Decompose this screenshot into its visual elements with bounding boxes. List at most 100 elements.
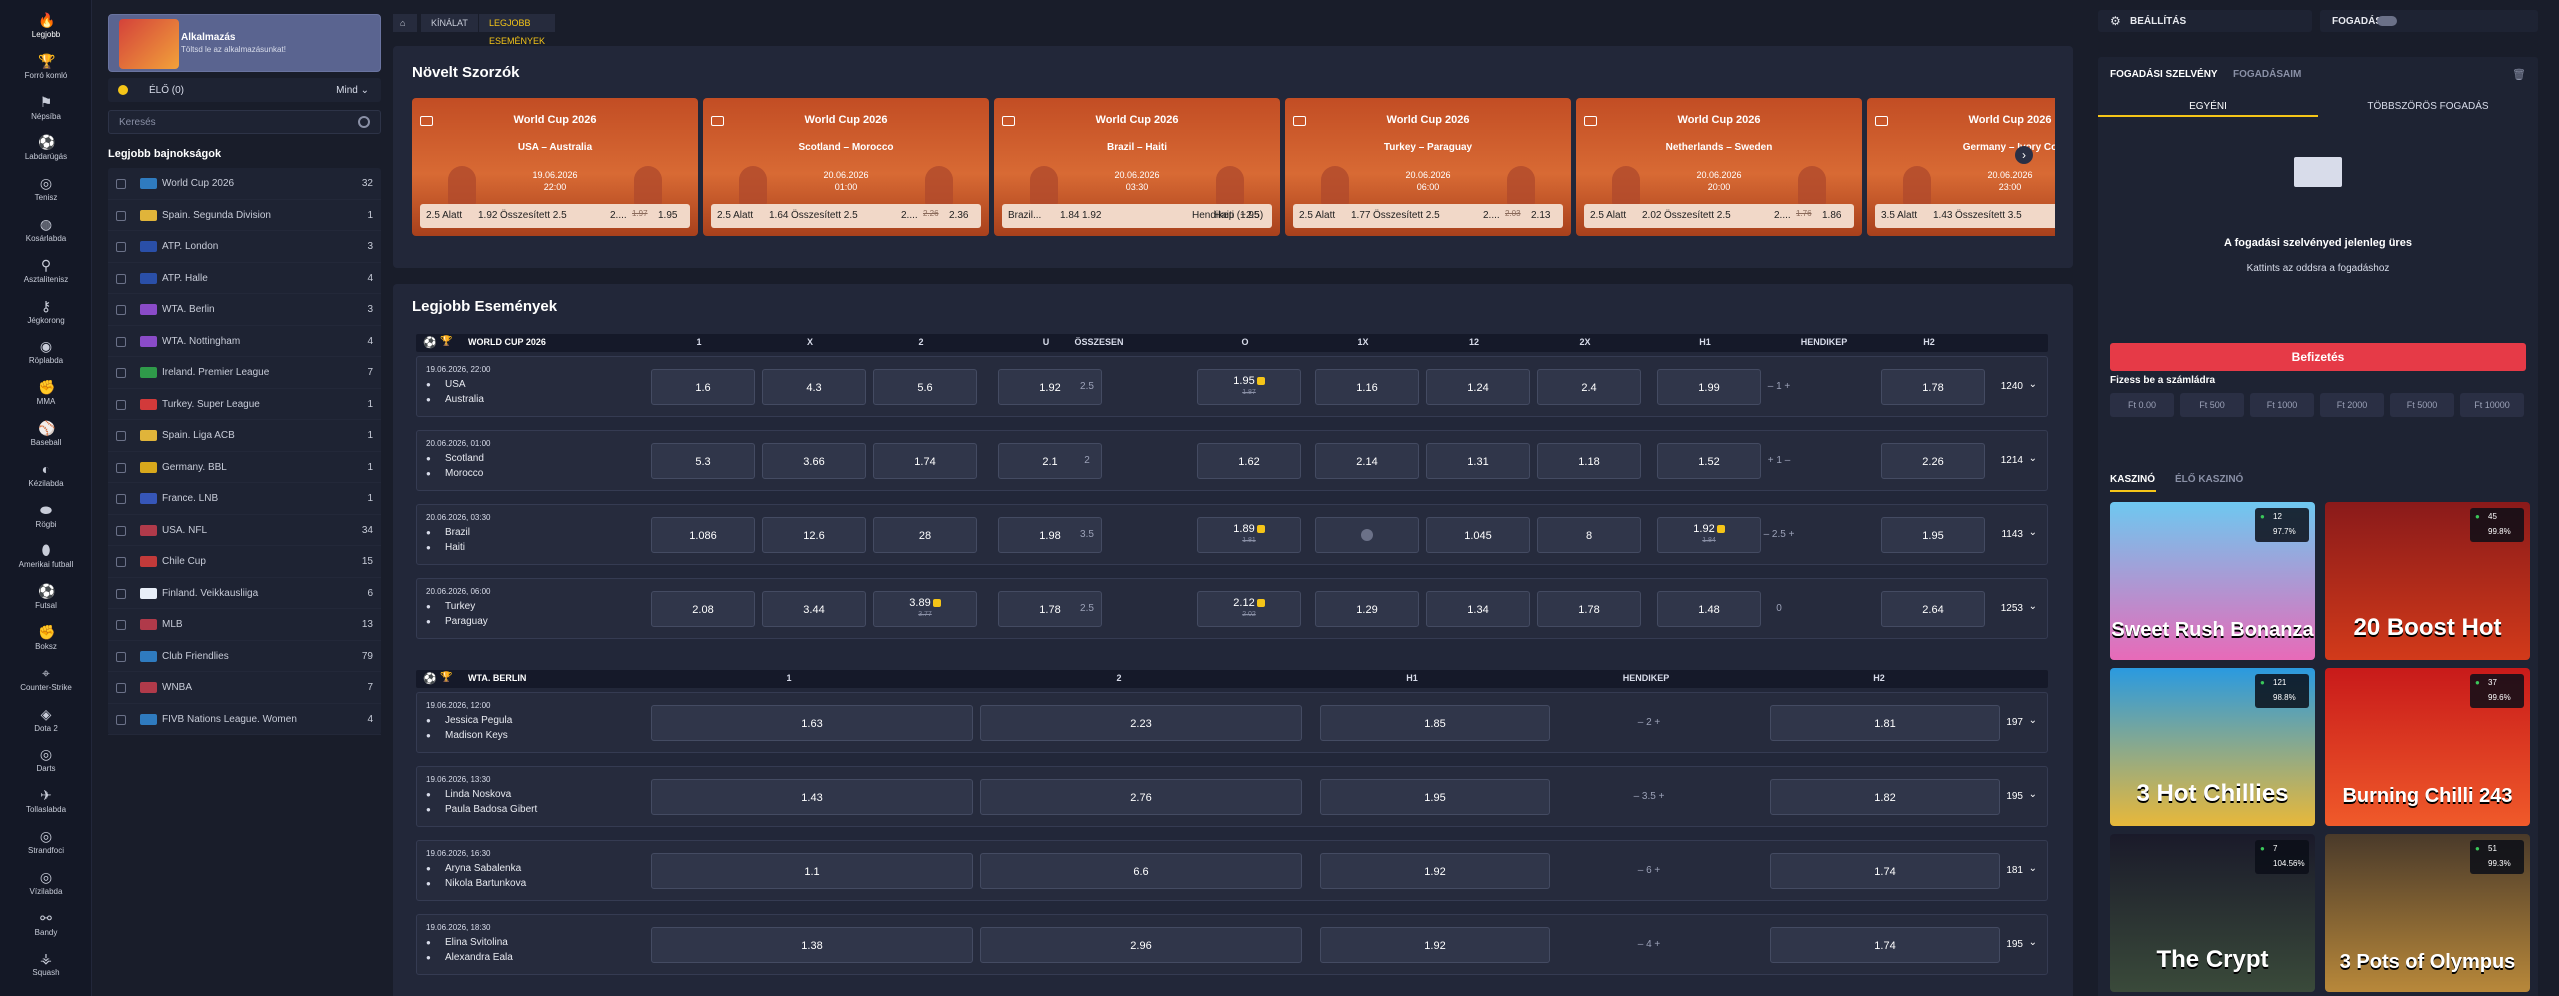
league-item[interactable]: ATP. London 3 <box>108 231 381 263</box>
boosted-odds-bar[interactable]: 2.5 Alatt 1.64 Összesített 2.5 2.... 2.26 2.3… <box>711 204 981 228</box>
event-row[interactable]: 20.06.2026, 06:00 ● ● Turkey Paraguay 1253 ⌄ 2.… <box>416 578 2048 639</box>
live-filter[interactable]: ÉLŐ (0) Mind ⌄ <box>108 78 381 102</box>
boosted-odd-value[interactable]: 1.77 <box>1351 210 1370 221</box>
rail-item-soccer-ball[interactable]: ⚽ Labdarúgás <box>0 134 92 161</box>
more-markets-count[interactable]: 1240 <box>2001 381 2023 392</box>
boosted-odd-value[interactable]: 1.95 <box>1240 210 1259 221</box>
odd-button[interactable]: 8 <box>1537 517 1641 553</box>
rail-item-table-tennis[interactable]: ⚲ Asztalitenisz <box>0 257 92 284</box>
odd-button[interactable]: 1.18 <box>1537 443 1641 479</box>
odd-button[interactable]: 2.4 <box>1537 369 1641 405</box>
rail-item-american-football[interactable]: ⬮ Amerikai futball <box>0 542 92 569</box>
odd-button[interactable]: 1.74 <box>1770 927 2000 963</box>
search-input[interactable]: Keresés <box>119 117 156 128</box>
checkbox[interactable] <box>116 651 126 662</box>
odd-button[interactable]: 1.92 <box>1320 853 1550 889</box>
game-tile[interactable]: The Crypt ● 7 104.56% <box>2110 834 2315 992</box>
odd-button[interactable]: 2.96 <box>980 927 1302 963</box>
event-row[interactable]: 19.06.2026, 18:30 ● ● Elina Svitolina Alexan… <box>416 914 2048 975</box>
rail-item-handball[interactable]: ◐ Kézilabda <box>0 461 92 488</box>
league-item[interactable]: Spain. Liga ACB 1 <box>108 420 381 452</box>
odd-button[interactable]: 2.12 2.02 <box>1197 591 1301 627</box>
checkbox[interactable] <box>116 179 126 189</box>
checkbox[interactable] <box>116 368 126 378</box>
league-item[interactable]: Spain. Segunda Division 1 <box>108 200 381 231</box>
rail-item-baseball[interactable]: ⚾ Baseball <box>0 420 92 447</box>
odd-button[interactable]: 5.3 <box>651 443 755 479</box>
tab-live-casino[interactable]: ÉLŐ KASZINÓ <box>2175 474 2243 485</box>
event-row[interactable]: 20.06.2026, 01:00 ● ● Scotland Morocco 1214 ⌄ 5… <box>416 430 2048 491</box>
tab-single[interactable]: EGYÉNI <box>2098 97 2318 117</box>
settings-button[interactable]: ⚙ BEÁLLÍTÁS <box>2098 10 2312 32</box>
odd-button[interactable]: 1.81 <box>1770 705 2000 741</box>
boosted-card[interactable]: World Cup 2026 Scotland – Morocco 20.06.20… <box>703 98 989 236</box>
odd-button[interactable]: 2.26 <box>1881 443 1985 479</box>
rail-item-boxing[interactable]: ✊ Boksz <box>0 624 92 651</box>
odd-button[interactable]: 4.3 <box>762 369 866 405</box>
boosted-odd-value[interactable]: 1.95 <box>658 210 677 221</box>
league-item[interactable]: WNBA 7 <box>108 672 381 704</box>
checkbox[interactable] <box>116 494 126 504</box>
event-row[interactable]: 19.06.2026, 13:30 ● ● Linda Noskova Paula Ba… <box>416 766 2048 827</box>
odd-button[interactable]: 1.045 <box>1426 517 1530 553</box>
stake-preset-button[interactable]: Ft 5000 <box>2390 393 2454 417</box>
boosted-card[interactable]: World Cup 2026 Turkey – Paraguay 20.06.202… <box>1285 98 1571 236</box>
odd-button[interactable]: 1.85 <box>1320 705 1550 741</box>
odd-button[interactable]: 1.62 <box>1197 443 1301 479</box>
boosted-odds-bar[interactable]: 3.5 Alatt 1.43 Összesített 3.5 <box>1875 204 2055 228</box>
odd-button[interactable]: 1.24 <box>1426 369 1530 405</box>
checkbox[interactable] <box>116 431 126 441</box>
odd-button[interactable]: 1.6 <box>651 369 755 405</box>
rail-item-futsal[interactable]: ⚽ Futsal <box>0 583 92 610</box>
game-tile[interactable]: 3 Hot Chillies ● 121 98.8% <box>2110 668 2315 826</box>
stake-preset-button[interactable]: Ft 1000 <box>2250 393 2314 417</box>
checkbox[interactable] <box>116 683 126 693</box>
odd-button[interactable]: 1.43 <box>651 779 973 815</box>
league-item[interactable]: WTA. Nottingham 4 <box>108 326 381 357</box>
boosted-odds-bar[interactable]: 2.5 Alatt 1.77 Összesített 2.5 2.... 2.03 2.1… <box>1293 204 1563 228</box>
checkbox[interactable] <box>116 462 126 473</box>
rail-item-badminton[interactable]: ✈ Tollaslabda <box>0 787 92 814</box>
stake-preset-button[interactable]: Ft 2000 <box>2320 393 2384 417</box>
event-row[interactable]: 20.06.2026, 03:30 ● ● Brazil Haiti 1143 ⌄ 1.086… <box>416 504 2048 565</box>
chevron-down-icon[interactable]: ⌄ <box>2029 789 2037 800</box>
checkbox[interactable] <box>116 273 126 284</box>
boosted-card[interactable]: World Cup 2026 Germany – Ivory Co 20.06.20… <box>1867 98 2055 236</box>
odd-button[interactable]: 1.82 <box>1770 779 2000 815</box>
event-row[interactable]: 19.06.2026, 22:00 ● ● USA Australia 1240 ⌄ 1.6 4… <box>416 356 2048 417</box>
odd-button[interactable]: 1.78 <box>1537 591 1641 627</box>
league-item[interactable]: Ireland. Premier League 7 <box>108 357 381 389</box>
rail-item-water-polo[interactable]: ◎ Vízilabda <box>0 869 92 896</box>
odd-button[interactable]: 1.95 <box>1320 779 1550 815</box>
rail-item-tennis[interactable]: ◎ Tenisz <box>0 175 92 202</box>
breadcrumb-offer[interactable]: KÍNÁLAT <box>421 14 478 32</box>
odd-button[interactable]: 1.38 <box>651 927 973 963</box>
deposit-button[interactable]: Befizetés <box>2110 343 2526 371</box>
chevron-down-icon[interactable]: ⌄ <box>2029 601 2037 612</box>
rail-item-mma[interactable]: ✊ MMA <box>0 379 92 406</box>
rail-item-dota[interactable]: ◈ Dota 2 <box>0 706 92 733</box>
league-item[interactable]: ATP. Halle 4 <box>108 263 381 294</box>
boosted-card[interactable]: World Cup 2026 Brazil – Haiti 20.06.2026 03… <box>994 98 1280 236</box>
league-item[interactable]: MLB 13 <box>108 609 381 641</box>
odd-button[interactable]: 1.78 <box>1881 369 1985 405</box>
boosted-odds-bar[interactable]: Brazil... 1.84 1.92 Hendikep Haiti (+2.5) 1.9… <box>1002 204 1272 228</box>
checkbox[interactable] <box>116 557 126 567</box>
event-row[interactable]: 19.06.2026, 12:00 ● ● Jessica Pegula Madison… <box>416 692 2048 753</box>
odd-button[interactable]: 1.31 <box>1426 443 1530 479</box>
rail-item-flame[interactable]: 🔥 Legjobb <box>0 12 92 39</box>
live-filter-select[interactable]: Mind ⌄ <box>336 85 369 96</box>
stake-preset-button[interactable]: Ft 500 <box>2180 393 2244 417</box>
odd-button[interactable]: 1.1 <box>651 853 973 889</box>
boosted-odd-value[interactable]: 1.64 <box>769 210 788 221</box>
odd-button[interactable]: 5.6 <box>873 369 977 405</box>
odd-button[interactable]: 1.74 <box>873 443 977 479</box>
odd-button[interactable]: 2.76 <box>980 779 1302 815</box>
chevron-down-icon[interactable]: ⌄ <box>2029 527 2037 538</box>
boosted-odd-value[interactable]: 1.92 <box>478 210 497 221</box>
rail-item-darts[interactable]: ◎ Darts <box>0 746 92 773</box>
rail-item-bandy[interactable]: ⚯ Bandy <box>0 910 92 937</box>
boosted-card[interactable]: World Cup 2026 Netherlands – Sweden 20.06.… <box>1576 98 1862 236</box>
league-item[interactable]: Finland. Veikkausliiga 6 <box>108 578 381 609</box>
checkbox[interactable] <box>116 336 126 347</box>
